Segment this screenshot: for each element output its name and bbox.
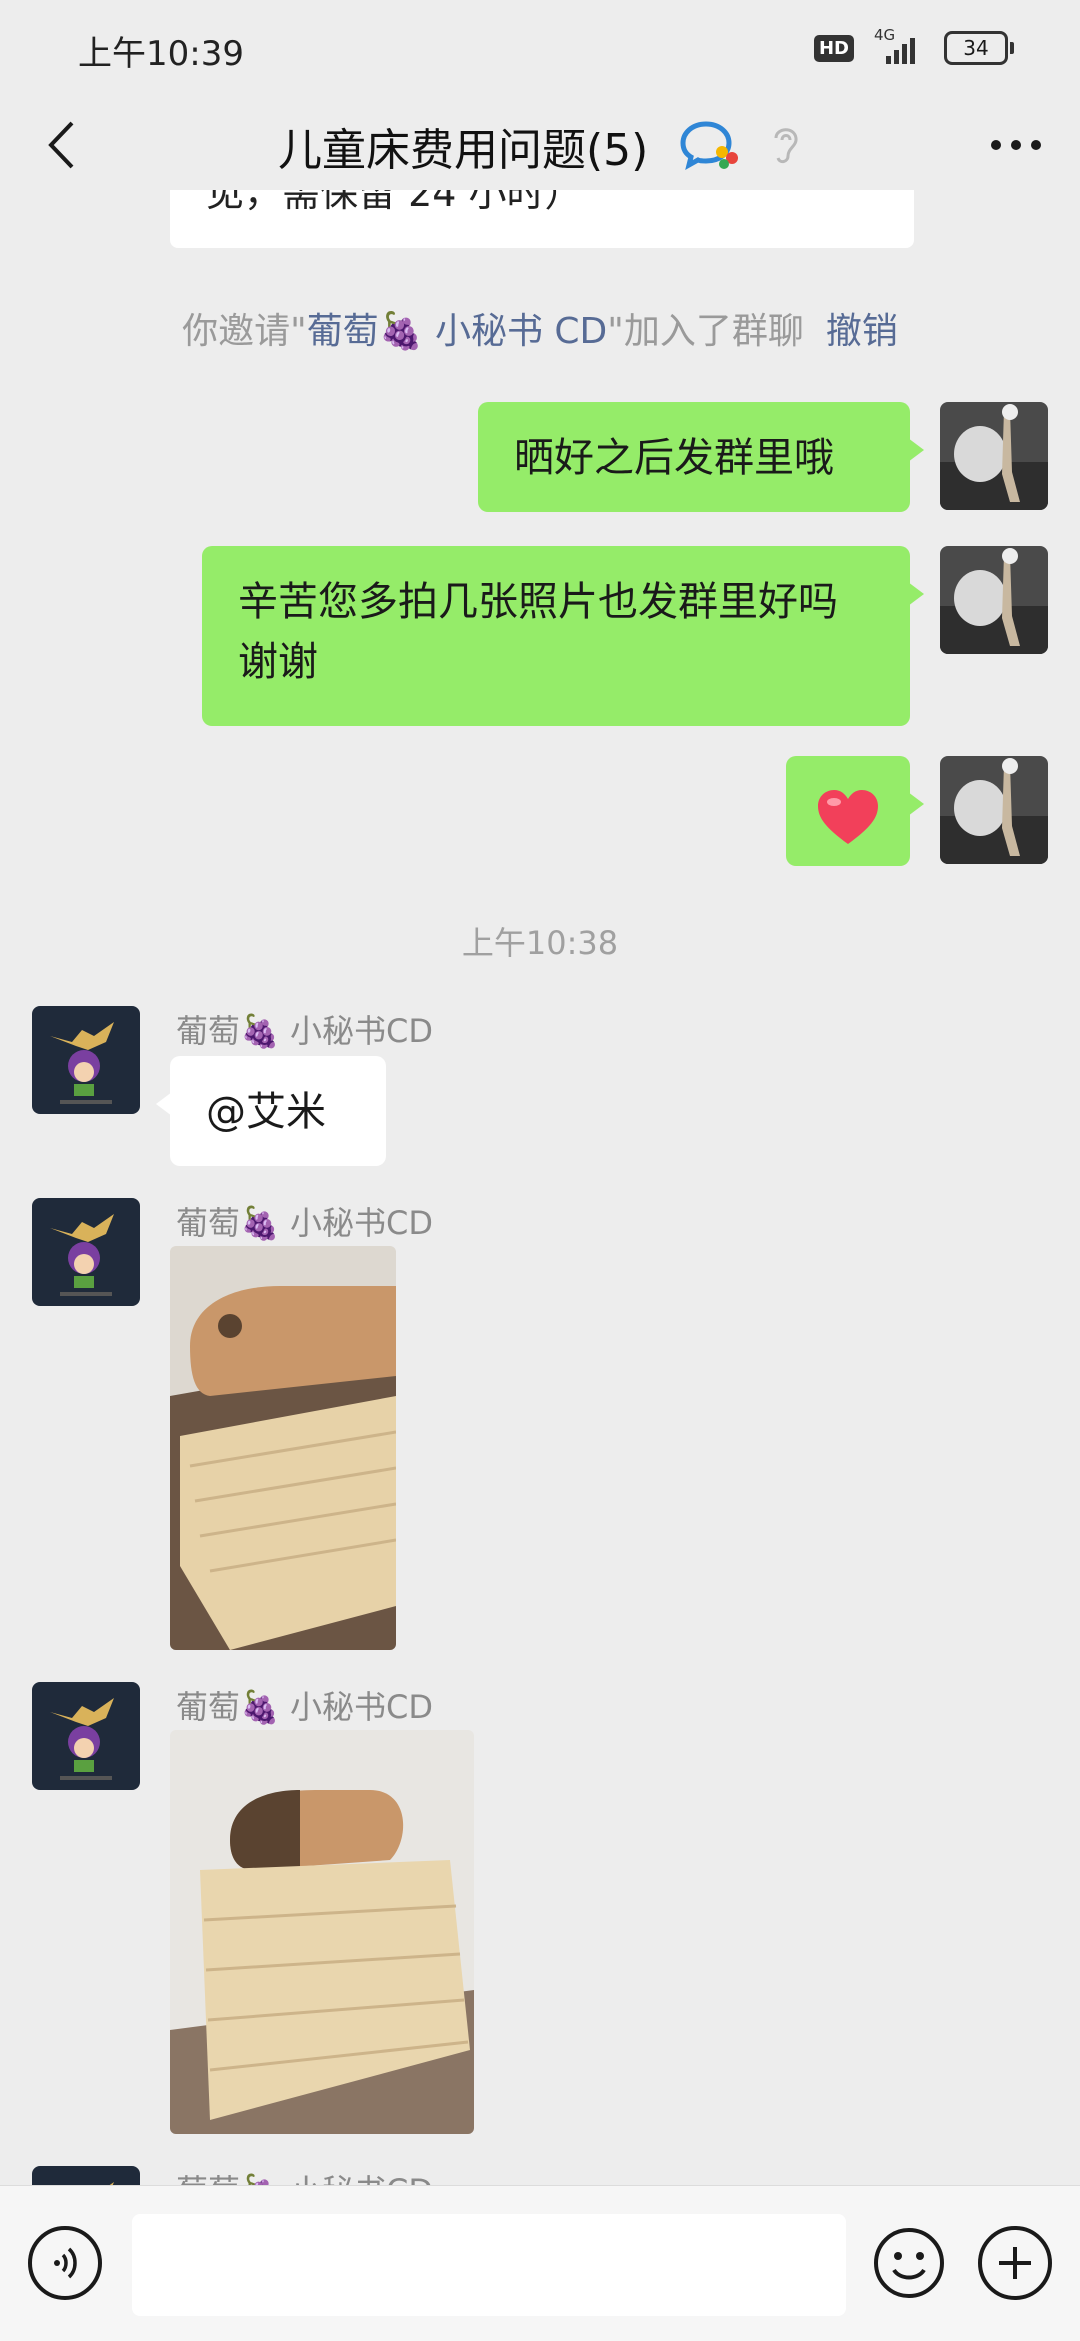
voice-icon: [54, 2247, 77, 2279]
avatar[interactable]: [940, 546, 1048, 654]
invited-member-name[interactable]: 葡萄🍇 小秘书 CD: [307, 311, 608, 352]
signal-icon: 4G: [872, 26, 926, 66]
hd-badge: HD: [813, 34, 854, 62]
more-functions-button[interactable]: [978, 2226, 1052, 2300]
smiley-icon: [874, 2228, 944, 2298]
emoji-button[interactable]: [872, 2226, 946, 2300]
status-indicators: HD 4G 34: [813, 26, 1014, 66]
photo-message[interactable]: [170, 1246, 396, 1650]
message-bubble[interactable]: 辛苦您多拍几张照片也发群里好吗 谢谢: [202, 546, 924, 726]
time-divider: 上午10:38: [461, 924, 619, 962]
avatar[interactable]: [32, 1682, 140, 1790]
chevron-left-icon: [48, 121, 74, 169]
more-dots-icon: [991, 140, 1041, 150]
avatar[interactable]: [32, 1006, 140, 1114]
status-time: 上午10:39: [78, 34, 244, 74]
message-text: 见，需保留 24 小时）: [206, 190, 583, 215]
chat-header: 儿童床费用问题(5): [0, 100, 1080, 190]
message-input[interactable]: [132, 2214, 846, 2316]
ear-icon: [774, 128, 798, 164]
status-bar: 上午10:39 HD 4G 34: [0, 0, 1080, 100]
back-button[interactable]: [36, 118, 86, 172]
title-icons: [678, 118, 802, 170]
avatar[interactable]: [940, 756, 1048, 864]
message-text: @艾米: [206, 1089, 326, 1135]
battery-icon: 34: [944, 31, 1014, 65]
message-text: 辛苦您多拍几张照片也发群里好吗 谢谢: [238, 579, 838, 685]
message-bubble[interactable]: @艾米: [156, 1056, 386, 1166]
avatar[interactable]: [940, 402, 1048, 510]
voice-button[interactable]: [28, 2226, 102, 2300]
undo-link[interactable]: 撤销: [826, 311, 898, 352]
avatar[interactable]: [32, 1198, 140, 1306]
more-button[interactable]: [986, 122, 1046, 168]
plus-icon: [999, 2247, 1031, 2279]
avatar[interactable]: [32, 2166, 140, 2185]
chat-title: 儿童床费用问题(5): [278, 125, 649, 176]
photo-message[interactable]: [170, 1730, 474, 2134]
heart-icon: [818, 790, 878, 844]
input-bar: [0, 2185, 1080, 2341]
message-bubble[interactable]: [786, 756, 924, 866]
sender-name: 葡萄🍇 小秘书CD: [176, 1688, 434, 1726]
message-bubble-partial[interactable]: 见，需保留 24 小时）: [170, 190, 914, 248]
system-message: 你邀请"葡萄🍇 小秘书 CD"加入了群聊 撤销: [182, 311, 898, 352]
sender-name: 葡萄🍇 小秘书CD: [176, 1012, 434, 1050]
sender-name: 葡萄🍇 小秘书CD: [176, 1204, 434, 1242]
sender-name: 葡萄🍇 小秘书CD: [176, 2166, 433, 2185]
message-bubble[interactable]: 晒好之后发群里哦: [478, 402, 924, 512]
chat-area[interactable]: 见，需保留 24 小时） 你邀请"葡萄🍇 小秘书 CD"加入了群聊 撤销 晒好之后…: [0, 190, 1080, 2185]
chat-bubble-icon[interactable]: [678, 118, 740, 170]
message-text: 晒好之后发群里哦: [514, 435, 834, 481]
